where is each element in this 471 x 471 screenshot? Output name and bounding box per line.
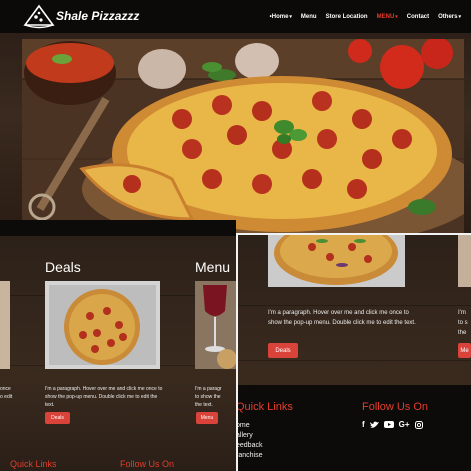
text-line: the: [458, 330, 467, 336]
nav-others[interactable]: Others▾: [438, 14, 461, 20]
left-collage-panel: once o edit Deals I'm a paragraph. Hover…: [0, 235, 236, 471]
caret-down-icon: ▾: [395, 13, 398, 20]
pizza-logo-icon[interactable]: [22, 3, 56, 29]
text-line: once: [0, 386, 11, 392]
nav-contact[interactable]: Contact: [407, 14, 429, 20]
menu-heading: Menu: [195, 259, 231, 275]
instagram-icon[interactable]: [414, 420, 423, 429]
nav-label: Others: [438, 13, 458, 20]
footer-follow-heading: Follow Us On: [120, 459, 175, 469]
partial-card-image: [458, 235, 471, 287]
footer: [236, 385, 471, 471]
facebook-icon[interactable]: f: [362, 420, 365, 429]
deals-button[interactable]: Deals: [268, 343, 298, 358]
hero-pizza-image: [22, 39, 464, 235]
footer-link-franchise[interactable]: ranchise: [236, 451, 262, 461]
nav-menu[interactable]: Menu: [301, 14, 317, 20]
nav-label: MENU: [376, 13, 395, 20]
text-line: to show the: [195, 394, 221, 400]
deals-heading: Deals: [45, 259, 81, 275]
footer-quick-links-heading: Quick Links: [236, 401, 293, 413]
deals-description: I'm a paragraph. Hover over me and click…: [45, 386, 163, 408]
twitter-icon[interactable]: [369, 421, 379, 429]
footer-quick-links-heading: Quick Links: [10, 459, 57, 469]
social-icons: f G+: [362, 420, 423, 429]
partial-card-text: once o edit: [0, 385, 14, 401]
text-line: o edit: [0, 394, 13, 400]
footer-link-feedback[interactable]: eedback: [236, 441, 262, 451]
footer-links-list: ome allery eedback ranchise: [236, 421, 262, 461]
google-plus-icon[interactable]: G+: [399, 420, 410, 429]
footer-link-home[interactable]: ome: [236, 421, 262, 431]
text-line: the text.: [195, 402, 213, 408]
deals-pizza-image[interactable]: [45, 281, 160, 369]
partial-card-image: [0, 281, 10, 369]
collage-divider-vertical: [236, 235, 238, 471]
menu-description: I'm a paragr to show the the text.: [195, 385, 236, 409]
deals-pizza-image[interactable]: [268, 235, 405, 287]
youtube-icon[interactable]: [383, 421, 394, 428]
right-collage-panel: I'm a paragraph. Hover over me and click…: [236, 235, 471, 471]
hero-banner: [0, 33, 471, 235]
text-line: I'm: [458, 310, 466, 316]
text-line: I'm a paragr: [195, 386, 222, 392]
brand-name[interactable]: Shale Pizzazzz: [56, 9, 139, 23]
caret-down-icon: ▾: [289, 13, 292, 20]
wood-grain-line: [236, 360, 471, 361]
deals-button[interactable]: Deals: [45, 412, 70, 424]
menu-wine-image[interactable]: [195, 281, 236, 369]
deals-description: I'm a paragraph. Hover over me and click…: [268, 310, 416, 326]
footer-link-gallery[interactable]: allery: [236, 431, 262, 441]
caret-down-icon: ▾: [458, 13, 461, 20]
partial-card-text: I'm to s the: [458, 308, 471, 338]
text-line: to s: [458, 320, 468, 326]
menu-button[interactable]: Menu: [196, 412, 218, 424]
nav-home[interactable]: •Home▾: [270, 14, 292, 20]
left-footer-strip: [0, 220, 236, 236]
nav-label: Home: [271, 13, 289, 20]
menu-button[interactable]: Me: [458, 343, 471, 358]
nav-menu-dropdown[interactable]: MENU▾: [377, 14, 398, 20]
wood-grain-line: [236, 305, 471, 306]
main-nav: •Home▾ Menu Store Location MENU▾ Contact…: [270, 0, 471, 33]
nav-store-location[interactable]: Store Location: [326, 14, 368, 20]
footer-follow-heading: Follow Us On: [362, 401, 429, 413]
